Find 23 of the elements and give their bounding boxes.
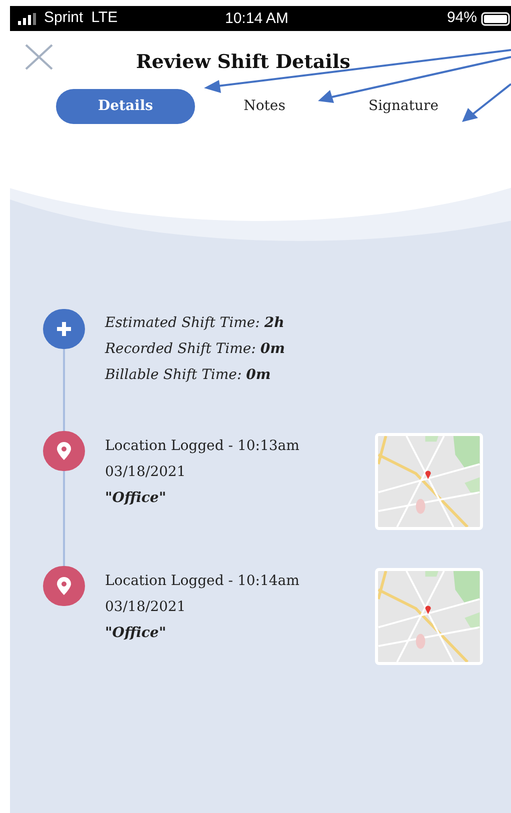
location-title: Location Logged - 10:14am <box>105 572 300 591</box>
battery-percent: 94% <box>446 8 477 28</box>
plus-icon <box>43 309 85 349</box>
shift-time-text: Billable Shift Time: 0m <box>105 366 272 385</box>
tab[interactable]: Notes <box>195 88 334 124</box>
location-pin-icon <box>43 566 85 606</box>
log-date: 03/18/2021 <box>105 598 187 617</box>
location-title: Location Logged - 10:13am <box>105 437 300 456</box>
close-icon[interactable] <box>24 43 54 71</box>
clock-time: 10:14 AM <box>225 9 288 29</box>
screen-title: Review Shift Details <box>136 50 350 75</box>
place-name: "Office" <box>105 624 168 643</box>
signal-icon <box>18 12 38 24</box>
place-name: "Office" <box>105 489 168 508</box>
battery-icon <box>481 12 511 26</box>
tab[interactable]: Details <box>56 88 195 124</box>
shift-time-text: Estimated Shift Time: 2h <box>105 314 285 333</box>
location-pin-icon <box>43 431 85 471</box>
log-date: 03/18/2021 <box>105 463 187 482</box>
shift-time-text: Recorded Shift Time: 0m <box>105 340 285 359</box>
carrier-name: Sprint <box>44 8 84 28</box>
network-type: LTE <box>91 8 118 28</box>
tab[interactable]: Signature <box>334 88 473 124</box>
